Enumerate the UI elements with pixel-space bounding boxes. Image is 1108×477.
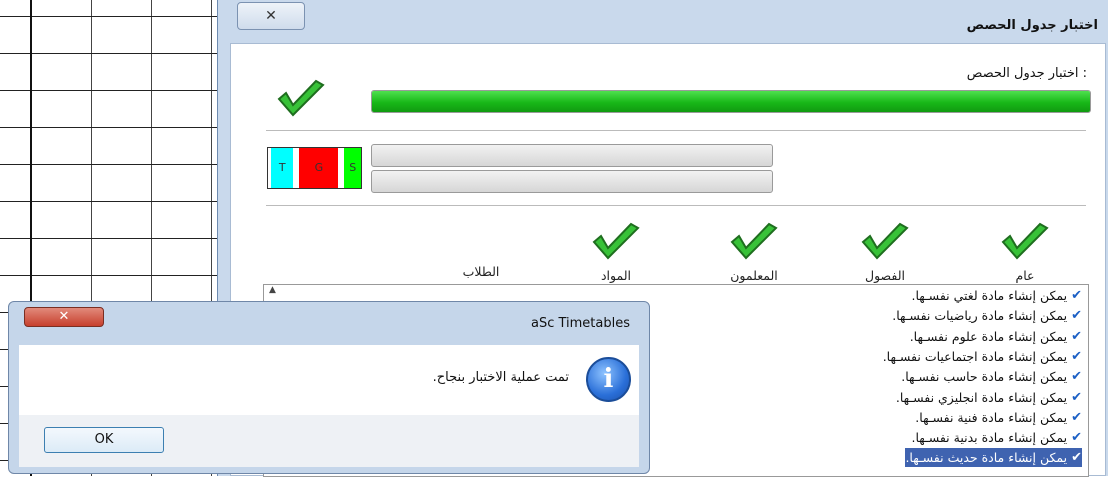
separator (266, 205, 1086, 206)
list-item[interactable]: ✔ يمكن إنشاء مادة فنية نفسـها. (915, 408, 1082, 427)
list-item[interactable]: ✔ يمكن إنشاء مادة اجتماعيات نفسـها. (883, 347, 1082, 366)
check-icon: ✔ (1071, 450, 1082, 466)
check-icon (861, 222, 909, 260)
list-item-text: يمكن إنشاء مادة اجتماعيات نفسـها. (882, 348, 1068, 364)
list-item[interactable]: ✔ يمكن إنشاء مادة لغتي نفسـها. (911, 286, 1082, 305)
list-item[interactable]: ✔ يمكن إنشاء مادة رياضيات نفسـها. (892, 306, 1082, 325)
tab-label: الفصول (865, 268, 905, 283)
tab-label: المواد (600, 268, 631, 283)
list-item[interactable]: ✔ يمكن إنشاء مادة حاسب نفسـها. (901, 367, 1082, 386)
list-item-text: يمكن إنشاء مادة انجليزي نفسـها. (895, 389, 1068, 405)
tab-label: الطلاب (462, 264, 500, 279)
message-text: تمت عملية الاختبار بنجاح. (432, 370, 569, 385)
section-label: اختبار جدول الحصص : (966, 66, 1087, 81)
dialog-title: اختبار جدول الحصص (966, 18, 1098, 33)
close-button[interactable]: ✕ (237, 2, 305, 30)
color-swatch-strip: T G S (267, 147, 362, 189)
list-item-text: يمكن إنشاء مادة حديث نفسـها. (905, 450, 1068, 466)
list-item-text: يمكن إنشاء مادة حاسب نفسـها. (901, 369, 1068, 385)
tab-general[interactable]: عام (985, 222, 1065, 283)
check-icon: ✔ (1071, 409, 1082, 425)
swatch-red: G (299, 148, 339, 188)
check-icon (277, 79, 325, 117)
check-icon: ✔ (1071, 348, 1082, 364)
close-icon: ✕ (265, 8, 277, 24)
list-item-text: يمكن إنشاء مادة لغتي نفسـها. (911, 288, 1068, 303)
list-item-text: يمكن إنشاء مادة فنية نفسـها. (915, 409, 1068, 425)
list-item[interactable]: ✔ يمكن إنشاء مادة انجليزي نفسـها. (896, 388, 1082, 407)
tab-teachers[interactable]: المعلمون (714, 222, 794, 283)
tab-label: عام (1015, 268, 1035, 283)
check-icon (1001, 222, 1049, 260)
message-box: ✕ aSc Timetables تمت عملية الاختبار بنجا… (8, 301, 650, 474)
check-icon: ✔ (1071, 288, 1082, 303)
check-icon: ✔ (1071, 369, 1082, 385)
list-item[interactable]: ✔ يمكن إنشاء مادة حديث نفسـها. (905, 448, 1082, 468)
check-icon: ✔ (1071, 328, 1082, 344)
check-icon (592, 222, 640, 260)
separator (266, 130, 1086, 131)
list-item-text: يمكن إنشاء مادة علوم نفسـها. (909, 328, 1068, 344)
sub-progress-bar-2 (371, 170, 773, 193)
check-icon (730, 222, 778, 260)
list-item[interactable]: ✔ يمكن إنشاء مادة بدنية نفسـها. (912, 428, 1083, 447)
message-title: aSc Timetables (530, 316, 630, 331)
swatch-green: S (344, 148, 361, 188)
tab-classes[interactable]: الفصول (845, 222, 925, 283)
overall-progress-bar (371, 90, 1091, 113)
message-footer: OK (19, 415, 639, 467)
list-item[interactable]: ✔ يمكن إنشاء مادة علوم نفسـها. (910, 327, 1082, 346)
message-close-button[interactable]: ✕ (24, 307, 104, 327)
close-icon: ✕ (58, 309, 70, 324)
check-icon: ✔ (1071, 308, 1082, 324)
tab-students[interactable]: الطلاب (441, 262, 521, 279)
message-body: تمت عملية الاختبار بنجاح. i (19, 345, 639, 415)
swatch-cyan: T (270, 148, 294, 188)
tab-label: المعلمون (730, 268, 778, 283)
sub-progress-bar-1 (371, 144, 773, 167)
ok-button[interactable]: OK (44, 427, 164, 453)
check-icon: ✔ (1071, 430, 1082, 446)
list-item-text: يمكن إنشاء مادة رياضيات نفسـها. (892, 308, 1068, 324)
tab-subjects[interactable]: المواد (576, 222, 656, 283)
info-icon: i (586, 357, 631, 402)
list-item-text: يمكن إنشاء مادة بدنية نفسـها. (911, 430, 1068, 446)
progress-fill (372, 91, 1090, 112)
check-icon: ✔ (1071, 389, 1082, 405)
